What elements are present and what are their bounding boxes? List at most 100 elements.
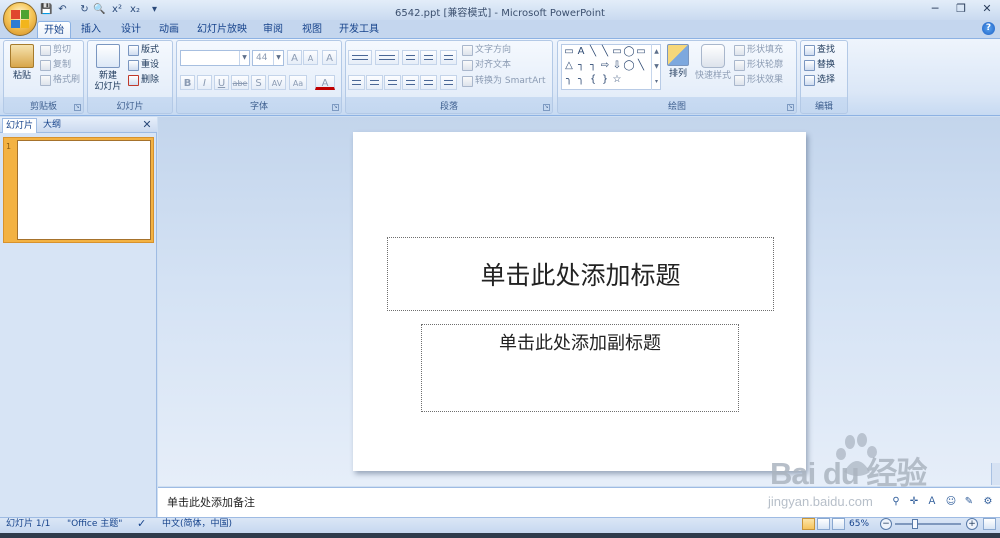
tab-view[interactable]: 视图: [298, 21, 326, 38]
layout-button[interactable]: 版式: [128, 43, 159, 58]
find-button[interactable]: 查找: [804, 43, 835, 58]
print-preview-icon[interactable]: 🔍: [93, 3, 106, 16]
shape-glyph-icon[interactable]: △: [563, 60, 575, 72]
dialog-launcher-icon[interactable]: ↘: [74, 104, 81, 111]
slide-sorter-button[interactable]: [817, 518, 830, 530]
shape-glyph-icon[interactable]: ⇨: [599, 60, 611, 72]
zoom-in-button[interactable]: +: [966, 518, 978, 530]
subtitle-placeholder[interactable]: 单击此处添加副标题: [421, 324, 739, 412]
bold-button[interactable]: B: [180, 75, 195, 90]
format-painter-button[interactable]: 格式刷: [40, 73, 80, 88]
font-name-combo[interactable]: ▼: [180, 50, 250, 66]
shape-glyph-icon[interactable]: {: [587, 74, 599, 86]
line-spacing-button[interactable]: [440, 50, 457, 65]
tab-animations[interactable]: 动画: [155, 21, 183, 38]
shadow-button[interactable]: S: [251, 75, 266, 90]
columns-button[interactable]: [440, 75, 457, 90]
font-size-combo[interactable]: 44 ▼: [252, 50, 284, 66]
tab-developer[interactable]: 开发工具: [336, 21, 382, 38]
shape-effects-button[interactable]: 形状效果: [734, 73, 783, 88]
clear-format-button[interactable]: A: [322, 50, 337, 65]
shape-glyph-icon[interactable]: ╲: [599, 46, 611, 58]
align-center-button[interactable]: [366, 75, 383, 90]
close-button[interactable]: ✕: [974, 0, 1000, 18]
shape-glyph-icon[interactable]: ▭: [611, 46, 623, 58]
zoom-out-button[interactable]: −: [880, 518, 892, 530]
tab-design[interactable]: 设计: [117, 21, 145, 38]
shape-glyph-icon[interactable]: ╲: [635, 60, 647, 72]
zoom-slider[interactable]: [895, 523, 961, 525]
slideshow-view-button[interactable]: [832, 518, 845, 530]
tab-insert[interactable]: 插入: [77, 21, 105, 38]
spellcheck-icon[interactable]: ✓: [137, 518, 146, 530]
reset-button[interactable]: 重设: [128, 58, 159, 73]
restore-button[interactable]: ❐: [948, 0, 974, 18]
gallery-scroll[interactable]: ▲ ▼ ▾: [651, 44, 661, 90]
save-icon[interactable]: 💾: [40, 3, 53, 16]
increase-indent-button[interactable]: [420, 50, 437, 65]
undo-icon[interactable]: ↶: [56, 3, 69, 16]
help-icon[interactable]: ?: [982, 22, 995, 35]
shape-glyph-icon[interactable]: ◯: [623, 60, 635, 72]
quick-styles-button[interactable]: 快速样式: [694, 44, 732, 100]
title-placeholder[interactable]: 单击此处添加标题: [387, 237, 774, 311]
shape-glyph-icon[interactable]: ◯: [623, 46, 635, 58]
bullets-button[interactable]: [348, 50, 372, 65]
replace-button[interactable]: 替换: [804, 58, 835, 73]
gear-icon[interactable]: ⚙: [981, 495, 995, 509]
shape-glyph-icon[interactable]: ┐: [587, 60, 599, 72]
dialog-launcher-icon[interactable]: ↘: [787, 104, 794, 111]
dialog-launcher-icon[interactable]: ↘: [543, 104, 550, 111]
align-text-button[interactable]: 对齐文本: [462, 58, 511, 73]
cut-button[interactable]: 剪切: [40, 43, 71, 58]
pin-icon[interactable]: ⚲: [889, 495, 903, 509]
normal-view-button[interactable]: [802, 518, 815, 530]
shape-glyph-icon[interactable]: ╮: [575, 74, 587, 86]
shape-glyph-icon[interactable]: ╮: [563, 74, 575, 86]
vertical-scrollbar[interactable]: [991, 463, 1000, 485]
redo-icon[interactable]: ↻: [78, 3, 91, 16]
subscript-icon[interactable]: x₂: [127, 3, 143, 16]
justify-button[interactable]: [402, 75, 419, 90]
pencil-icon[interactable]: ✎: [962, 495, 976, 509]
zoom-slider-thumb[interactable]: [912, 519, 918, 529]
arrange-button[interactable]: 排列: [663, 44, 693, 100]
new-slide-button[interactable]: 新建 幻灯片: [90, 44, 126, 100]
shape-glyph-icon[interactable]: ☆: [611, 74, 623, 86]
underline-button[interactable]: U: [214, 75, 229, 90]
align-left-button[interactable]: [348, 75, 365, 90]
font-color-button[interactable]: A: [315, 75, 335, 90]
shape-outline-button[interactable]: 形状轮廓: [734, 58, 783, 73]
tab-slides-panel[interactable]: 幻灯片: [2, 118, 38, 133]
notes-placeholder[interactable]: 单击此处添加备注: [167, 494, 255, 510]
shape-glyph-icon[interactable]: ⇩: [611, 60, 623, 72]
minimize-button[interactable]: ─: [922, 0, 948, 18]
select-button[interactable]: 选择: [804, 73, 835, 88]
shape-glyph-icon[interactable]: }: [599, 74, 611, 86]
customize-qat-icon[interactable]: ▾: [148, 3, 161, 16]
shape-glyph-icon[interactable]: ┐: [575, 60, 587, 72]
tab-review[interactable]: 审阅: [259, 21, 287, 38]
shape-glyph-icon[interactable]: ▭: [563, 46, 575, 58]
paste-button[interactable]: 粘贴: [5, 44, 39, 100]
smile-icon[interactable]: ☺: [944, 495, 958, 509]
shrink-font-button[interactable]: A: [303, 50, 318, 65]
shape-glyph-icon[interactable]: ╲: [587, 46, 599, 58]
numbering-button[interactable]: [375, 50, 399, 65]
italic-button[interactable]: I: [197, 75, 212, 90]
theme-name[interactable]: "Office 主题": [67, 518, 122, 530]
align-right-button[interactable]: [384, 75, 401, 90]
tab-outline-panel[interactable]: 大纲: [40, 118, 64, 133]
dialog-launcher-icon[interactable]: ↘: [332, 104, 339, 111]
change-case-button[interactable]: Aa: [289, 75, 307, 90]
char-spacing-button[interactable]: AV: [268, 75, 286, 90]
delete-button[interactable]: 删除: [128, 73, 159, 88]
copy-button[interactable]: 复制: [40, 58, 71, 73]
close-icon[interactable]: ✕: [141, 118, 153, 132]
move-icon[interactable]: ✛: [907, 495, 921, 509]
superscript-icon[interactable]: x²: [109, 3, 125, 16]
decrease-indent-button[interactable]: [402, 50, 419, 65]
grow-font-button[interactable]: A: [287, 50, 302, 65]
office-button[interactable]: [3, 2, 37, 36]
language-indicator[interactable]: 中文(简体，中国): [162, 518, 232, 530]
